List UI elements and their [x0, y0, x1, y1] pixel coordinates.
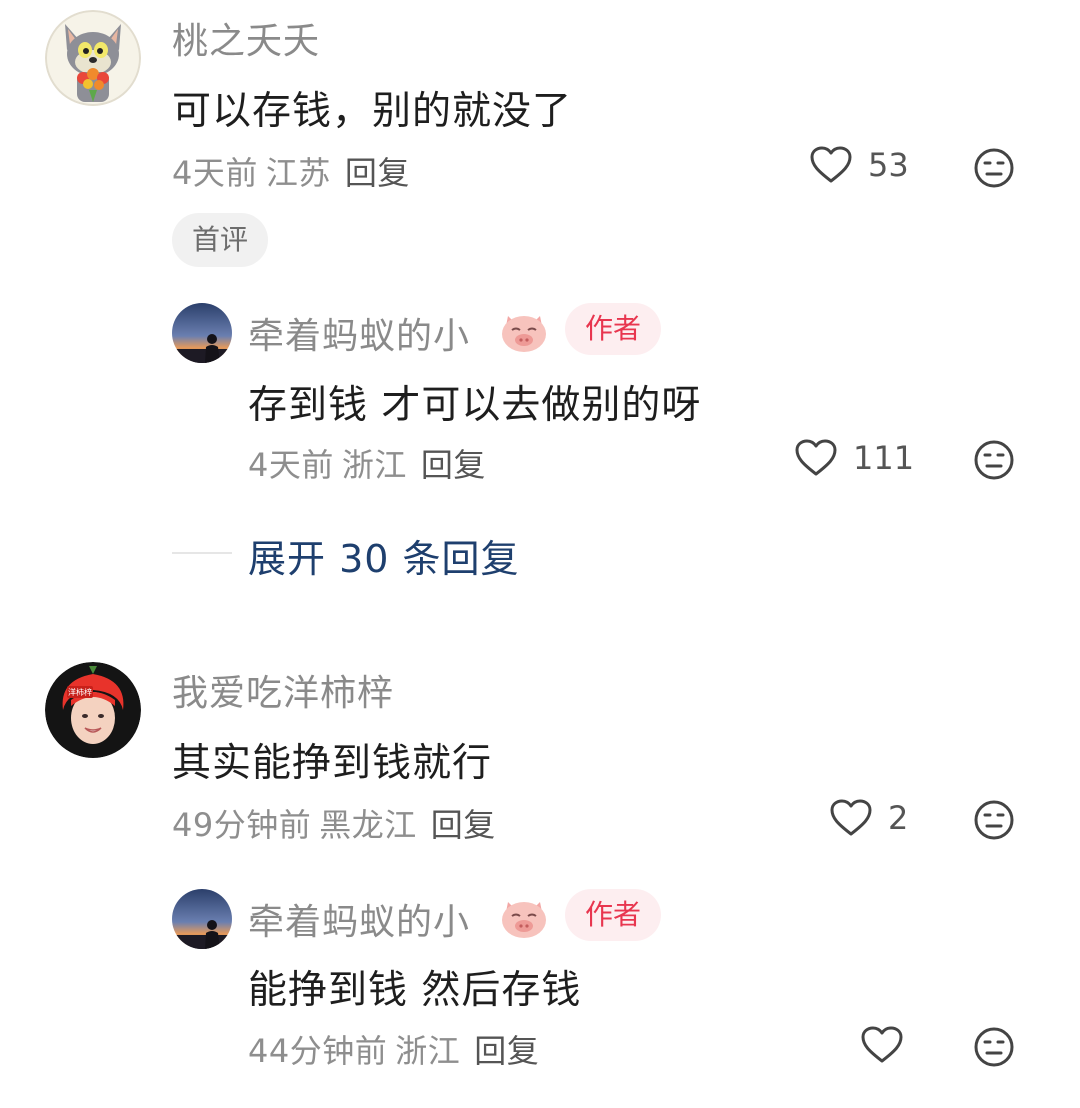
comment-time: 49分钟前: [172, 806, 312, 844]
reply-username[interactable]: 牵着蚂蚁的小: [248, 307, 470, 359]
expand-replies-link[interactable]: 展开 30 条回复: [248, 528, 520, 583]
pig-emoji-icon: [502, 316, 546, 352]
like-button[interactable]: 53: [810, 146, 909, 184]
red-hair-person-avatar-icon: 洋柿梓: [45, 662, 141, 758]
like-count: 111: [853, 439, 915, 477]
heart-icon: [830, 799, 872, 836]
comment-location: 江苏: [265, 154, 331, 192]
like-count: 53: [868, 146, 909, 184]
user-avatar[interactable]: 洋柿梓: [45, 662, 141, 758]
heart-icon: [795, 439, 837, 476]
like-count: 2: [888, 799, 909, 837]
reply-username[interactable]: 牵着蚂蚁的小: [248, 893, 470, 945]
reply-button[interactable]: 回复: [474, 1032, 539, 1070]
author-badge: 作者: [565, 889, 662, 941]
reply-text: 存到钱 才可以去做别的呀: [248, 383, 702, 428]
dislike-face-icon[interactable]: [973, 799, 1015, 841]
comment-username[interactable]: 我爱吃洋柿梓: [172, 664, 394, 716]
first-comment-badge: 首评: [172, 213, 269, 267]
expand-divider: [172, 552, 232, 554]
comment-username[interactable]: 桃之夭夭: [172, 12, 320, 64]
comment-text: 其实能挣到钱就行: [172, 741, 493, 786]
comment-text: 可以存钱，别的就没了: [172, 89, 573, 134]
reply-button[interactable]: 回复: [345, 154, 410, 192]
reply-time: 4天前: [248, 446, 334, 484]
reply-button[interactable]: 回复: [421, 446, 486, 484]
like-button[interactable]: [861, 1026, 903, 1064]
cartoon-cat-avatar-icon: [45, 10, 141, 106]
heart-icon: [861, 1026, 903, 1063]
like-button[interactable]: 111: [795, 439, 914, 477]
avatar-caption: 洋柿梓: [68, 687, 92, 697]
comment-location: 黑龙江: [319, 806, 417, 844]
reply-text: 能挣到钱 然后存钱: [248, 968, 582, 1013]
user-avatar[interactable]: [45, 10, 141, 106]
comment-time: 4天前: [172, 154, 258, 192]
reply-time: 44分钟前: [248, 1032, 388, 1070]
sunset-silhouette-avatar-icon: [172, 303, 232, 363]
reply-location: 浙江: [341, 446, 407, 484]
pig-emoji-icon: [502, 902, 546, 938]
like-button[interactable]: 2: [830, 799, 908, 837]
author-avatar[interactable]: [172, 889, 232, 949]
author-badge: 作者: [565, 303, 662, 355]
dislike-face-icon[interactable]: [973, 439, 1015, 481]
dislike-face-icon[interactable]: [973, 1026, 1015, 1068]
reply-meta: 44分钟前 浙江 回复: [248, 1026, 539, 1072]
reply-button[interactable]: 回复: [431, 806, 496, 844]
sunset-silhouette-avatar-icon: [172, 889, 232, 949]
author-avatar[interactable]: [172, 303, 232, 363]
comment-meta: 49分钟前 黑龙江 回复: [172, 800, 496, 846]
dislike-face-icon[interactable]: [973, 147, 1015, 189]
reply-meta: 4天前 浙江 回复: [248, 440, 486, 486]
reply-location: 浙江: [395, 1032, 461, 1070]
heart-icon: [810, 146, 852, 183]
comment-list: 桃之夭夭 可以存钱，别的就没了 4天前 江苏 回复 53 首评 牵着蚂蚁的小 作…: [0, 0, 1080, 1108]
comment-meta: 4天前 江苏 回复: [172, 148, 410, 194]
